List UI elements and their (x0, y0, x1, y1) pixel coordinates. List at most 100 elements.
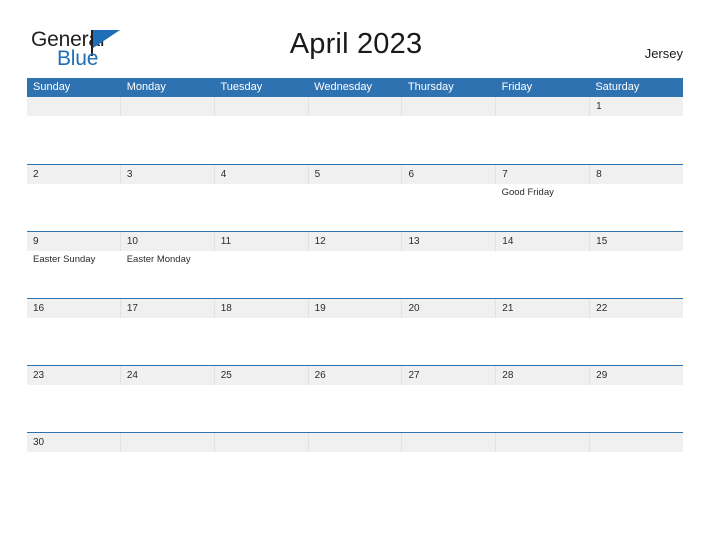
day-cell[interactable]: 15 (590, 232, 683, 251)
day-event-cell[interactable] (589, 318, 683, 366)
day-cell[interactable]: 30 (27, 433, 121, 452)
day-event-cell[interactable]: Good Friday (496, 184, 590, 232)
page-header: General Blue April 2023 Jersey (0, 0, 712, 78)
day-event-cell[interactable] (27, 116, 121, 164)
day-event: Easter Monday (126, 254, 191, 265)
day-cell[interactable] (215, 433, 309, 452)
day-event-cell[interactable] (214, 251, 308, 299)
week-event-band (27, 116, 683, 164)
day-event-cell[interactable] (214, 116, 308, 164)
week-event-band (27, 318, 683, 366)
day-cell[interactable]: 5 (309, 165, 403, 184)
day-event-cell[interactable]: Easter Monday (121, 251, 215, 299)
day-cell[interactable]: 7 (496, 165, 591, 184)
week-day-number-band: 2 3 4 5 6 7 8 (27, 165, 683, 184)
day-cell[interactable]: 29 (590, 366, 683, 385)
day-event-cell[interactable] (121, 318, 215, 366)
day-number: 2 (33, 169, 39, 180)
day-cell[interactable] (402, 97, 497, 116)
day-cell[interactable]: 11 (215, 232, 309, 251)
day-cell[interactable]: 19 (309, 299, 403, 318)
day-cell[interactable]: 9 (27, 232, 121, 251)
day-event-cell[interactable] (402, 318, 496, 366)
day-event-cell[interactable] (402, 251, 496, 299)
day-cell[interactable] (590, 433, 683, 452)
day-cell[interactable]: 18 (215, 299, 309, 318)
day-number: 15 (596, 236, 608, 247)
day-cell[interactable]: 24 (121, 366, 215, 385)
day-event: Good Friday (501, 187, 554, 198)
day-number: 17 (126, 303, 138, 314)
day-cell[interactable]: 23 (27, 366, 121, 385)
day-event-cell[interactable] (214, 318, 308, 366)
day-cell[interactable]: 8 (590, 165, 683, 184)
day-event-cell[interactable] (402, 116, 496, 164)
day-cell[interactable] (496, 97, 591, 116)
week-day-number-band: 1 (27, 97, 683, 116)
day-cell[interactable]: 2 (27, 165, 121, 184)
day-event-cell[interactable] (121, 116, 215, 164)
day-event-cell[interactable] (496, 116, 590, 164)
day-cell[interactable] (402, 433, 497, 452)
day-event-cell[interactable] (27, 318, 121, 366)
day-cell[interactable]: 27 (402, 366, 497, 385)
day-number: 26 (314, 370, 326, 381)
day-event-cell[interactable] (214, 385, 308, 433)
weekday-header-friday: Friday (501, 81, 533, 93)
day-event-cell[interactable] (121, 385, 215, 433)
day-cell[interactable]: 1 (590, 97, 683, 116)
day-event-cell[interactable] (214, 184, 308, 232)
day-event-cell[interactable] (308, 385, 402, 433)
day-cell[interactable] (496, 433, 591, 452)
region-label: Jersey (644, 46, 683, 61)
calendar-week-row: 1 (27, 97, 683, 164)
day-number: 9 (33, 236, 39, 247)
day-event-cell[interactable] (121, 184, 215, 232)
day-event-cell[interactable] (496, 318, 590, 366)
day-cell[interactable]: 22 (590, 299, 683, 318)
day-cell[interactable]: 10 (121, 232, 215, 251)
day-event-cell[interactable] (27, 385, 121, 433)
day-cell[interactable]: 28 (496, 366, 591, 385)
day-cell[interactable]: 16 (27, 299, 121, 318)
day-event-cell[interactable] (496, 251, 590, 299)
day-event-cell[interactable] (589, 184, 683, 232)
calendar-week-row: 30 (27, 432, 683, 452)
weekday-header-wednesday: Wednesday (314, 81, 373, 93)
day-cell[interactable] (309, 433, 403, 452)
day-cell[interactable]: 13 (402, 232, 497, 251)
day-event-cell[interactable] (27, 184, 121, 232)
day-event-cell[interactable] (308, 184, 402, 232)
day-cell[interactable]: 3 (121, 165, 215, 184)
day-cell[interactable] (215, 97, 309, 116)
day-event-cell[interactable] (589, 385, 683, 433)
day-cell[interactable]: 6 (402, 165, 497, 184)
day-cell[interactable] (27, 97, 121, 116)
day-event-cell[interactable] (589, 251, 683, 299)
day-cell[interactable] (121, 97, 215, 116)
day-cell[interactable]: 25 (215, 366, 309, 385)
day-cell[interactable]: 21 (496, 299, 591, 318)
day-event-cell[interactable] (308, 116, 402, 164)
day-cell[interactable]: 14 (496, 232, 591, 251)
day-event-cell[interactable] (402, 184, 496, 232)
day-event-cell[interactable]: Easter Sunday (27, 251, 121, 299)
calendar-week-row: 16 17 18 19 20 21 22 (27, 298, 683, 366)
day-number: 30 (33, 437, 45, 448)
day-cell[interactable]: 20 (402, 299, 497, 318)
day-event-cell[interactable] (308, 251, 402, 299)
day-cell[interactable] (121, 433, 215, 452)
week-event-band (27, 385, 683, 433)
day-event-cell[interactable] (308, 318, 402, 366)
day-event-cell[interactable] (402, 385, 496, 433)
day-cell[interactable]: 4 (215, 165, 309, 184)
day-cell[interactable]: 26 (309, 366, 403, 385)
day-cell[interactable] (309, 97, 403, 116)
day-event-cell[interactable] (496, 385, 590, 433)
day-cell[interactable]: 17 (121, 299, 215, 318)
calendar-week-row: 9 10 11 12 13 14 15 Easter Sunday Easter… (27, 231, 683, 299)
day-cell[interactable]: 12 (309, 232, 403, 251)
day-number: 28 (502, 370, 514, 381)
day-number: 23 (33, 370, 45, 381)
day-event-cell[interactable] (589, 116, 683, 164)
